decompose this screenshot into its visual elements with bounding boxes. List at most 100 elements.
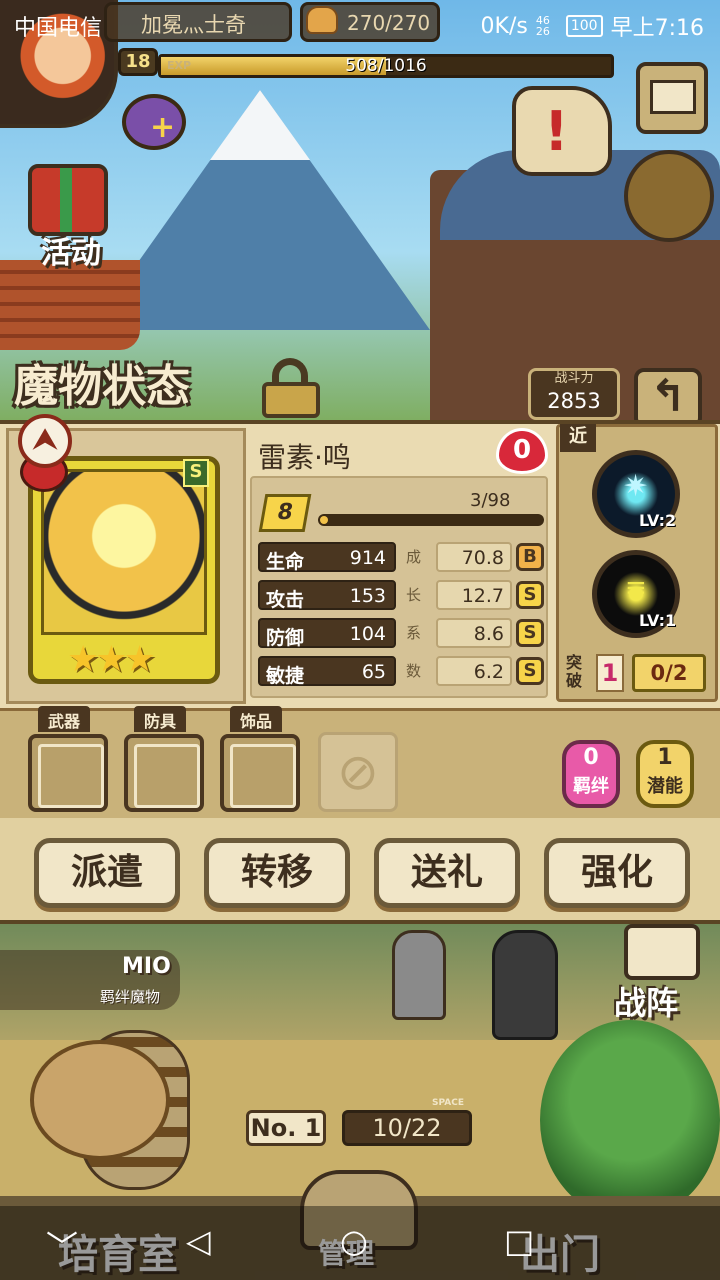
stat-name: 生命 xyxy=(266,551,305,573)
skill-level: LV:2 xyxy=(639,511,677,530)
dispatch-button[interactable]: 派遣 xyxy=(34,838,180,908)
gift-box-icon xyxy=(28,164,108,236)
add-gem-button[interactable]: + xyxy=(122,94,186,150)
growth-value: 6.2 xyxy=(436,656,512,686)
heart-icon[interactable]: 0 xyxy=(496,428,548,474)
bond-button[interactable]: 0 羁绊 xyxy=(562,740,620,808)
mail-button[interactable] xyxy=(636,62,708,134)
net-speed: 0K/s xyxy=(480,13,528,39)
monster-level-badge: 8 xyxy=(258,494,312,532)
rank-badge: S xyxy=(183,459,209,487)
monster-capacity: No. 1 SPACE 10/22 xyxy=(246,1098,476,1150)
weapon-slot[interactable] xyxy=(28,734,108,812)
stat-row-agility: 敏捷 65 数 6.2 S xyxy=(258,656,548,688)
stat-row-hp: 生命 914 成 70.8 B xyxy=(258,542,548,574)
bond-monster-label: 羁绊魔物 xyxy=(100,988,161,1006)
monster-sprite[interactable] xyxy=(392,930,446,1020)
team-formation-label: 战阵 xyxy=(614,984,679,1022)
potential-count: 1 xyxy=(657,745,673,770)
lock-body xyxy=(262,382,320,418)
team-formation-button[interactable]: 战阵 xyxy=(596,920,720,1022)
grade-badge: B xyxy=(516,543,544,571)
stat-box: 防御 104 xyxy=(258,618,396,649)
stat-box: 攻击 153 xyxy=(258,580,396,611)
enhance-button[interactable]: 强化 xyxy=(544,838,690,908)
potential-label: 潜能 xyxy=(647,776,683,797)
bag-button[interactable] xyxy=(624,150,714,242)
home-nav-icon[interactable]: ○ xyxy=(340,1222,368,1260)
stat-value: 153 xyxy=(349,585,386,607)
space-tag: SPACE xyxy=(432,1098,464,1108)
skill-slot-1[interactable]: ✷ LV:2 xyxy=(592,450,680,538)
player-level-badge: 18 xyxy=(118,48,158,76)
bond-label: 羁绊 xyxy=(573,776,609,797)
stat-row-defense: 防御 104 系 8.6 S xyxy=(258,618,548,650)
bond-count: 0 xyxy=(583,745,599,770)
activity-button[interactable]: 活动 xyxy=(16,150,126,271)
growth-label-char: 长 xyxy=(406,586,422,604)
collapse-icon[interactable]: ﹀ xyxy=(46,1222,78,1268)
growth-value: 8.6 xyxy=(436,618,512,648)
equip-label-weapon: 武器 xyxy=(38,706,91,732)
combat-power-label: 战斗力 xyxy=(554,371,594,386)
accessory-slot[interactable] xyxy=(220,734,300,812)
exp-text: 508/1016 xyxy=(345,56,427,76)
stat-name: 攻击 xyxy=(266,589,305,611)
breakthrough-count: 0/2 xyxy=(632,654,706,692)
stat-row-attack: 攻击 153 长 12.7 S xyxy=(258,580,548,612)
crossed-swords-icon xyxy=(624,924,700,980)
back-button[interactable]: ↰ xyxy=(634,368,702,428)
battery-icon: 100 xyxy=(565,15,603,37)
locked-slot-icon: ⊘ xyxy=(318,732,398,812)
monster-portrait xyxy=(41,469,207,635)
monster-name: 雷素·鸣 xyxy=(258,441,351,474)
grade-badge: S xyxy=(516,581,544,609)
system-status-bar: 中国电信 0K/s 46 26 100 早上7:16 xyxy=(0,0,720,48)
egg-nest-icon[interactable] xyxy=(30,1040,170,1160)
exclamation-icon: ! xyxy=(544,100,569,163)
star-rating: ★★★ xyxy=(67,639,156,680)
breakthrough-level: 1 xyxy=(596,654,624,692)
status-right-group: 0K/s 46 26 100 早上7:16 xyxy=(481,10,704,42)
combat-power-value: 2853 xyxy=(547,389,601,413)
armor-slot[interactable] xyxy=(124,734,204,812)
potential-button[interactable]: 1 潜能 xyxy=(636,740,694,808)
growth-label-char: 成 xyxy=(406,548,422,566)
breakthrough-box[interactable]: 突破 1 0/2 xyxy=(562,650,712,696)
yellow-slash-icon: ≡ xyxy=(625,573,647,603)
equip-label-armor: 防具 xyxy=(134,706,187,732)
skill-level: LV:1 xyxy=(639,611,677,630)
transfer-button[interactable]: 转移 xyxy=(204,838,350,908)
skill-slot-2[interactable]: ≡ LV:1 xyxy=(592,550,680,638)
player-exp-bar: EXP 508/1016 xyxy=(158,54,614,78)
monster-level-progress: 3/98 xyxy=(470,490,511,511)
background-roof xyxy=(0,260,140,350)
stat-box: 生命 914 xyxy=(258,542,396,573)
breakthrough-label: 突破 xyxy=(566,653,583,690)
capacity-value: 10/22 xyxy=(342,1110,472,1146)
combat-power-box: 战斗力 2853 xyxy=(528,368,620,420)
monster-card[interactable]: S ★★★ xyxy=(28,456,220,684)
background-mountain-snow xyxy=(210,90,310,160)
stat-value: 914 xyxy=(349,547,386,569)
growth-value: 12.7 xyxy=(436,580,512,610)
carrier-name: 中国电信 xyxy=(14,16,103,41)
equip-label-accessory: 饰品 xyxy=(230,706,283,732)
envelope-icon xyxy=(650,80,696,114)
page-title: 魔物状态 xyxy=(14,361,190,412)
stat-box: 敏捷 65 xyxy=(258,656,396,687)
quest-scroll-button[interactable]: ! xyxy=(512,86,612,176)
back-nav-icon[interactable]: ◁ xyxy=(186,1222,211,1260)
gift-button[interactable]: 送礼 xyxy=(374,838,520,908)
signal-icon: 46 26 xyxy=(535,14,550,38)
growth-label-char: 系 xyxy=(406,624,422,642)
lock-button[interactable] xyxy=(258,358,324,418)
grade-badge: S xyxy=(516,657,544,685)
recent-apps-icon[interactable]: □ xyxy=(504,1222,534,1260)
monster-sprite[interactable] xyxy=(492,930,558,1040)
activity-label: 活动 xyxy=(41,236,101,271)
back-arrow-icon: ↰ xyxy=(649,371,687,422)
stat-name: 敏捷 xyxy=(266,665,305,687)
growth-label-char: 数 xyxy=(406,662,422,680)
tree-decor xyxy=(540,1020,720,1220)
